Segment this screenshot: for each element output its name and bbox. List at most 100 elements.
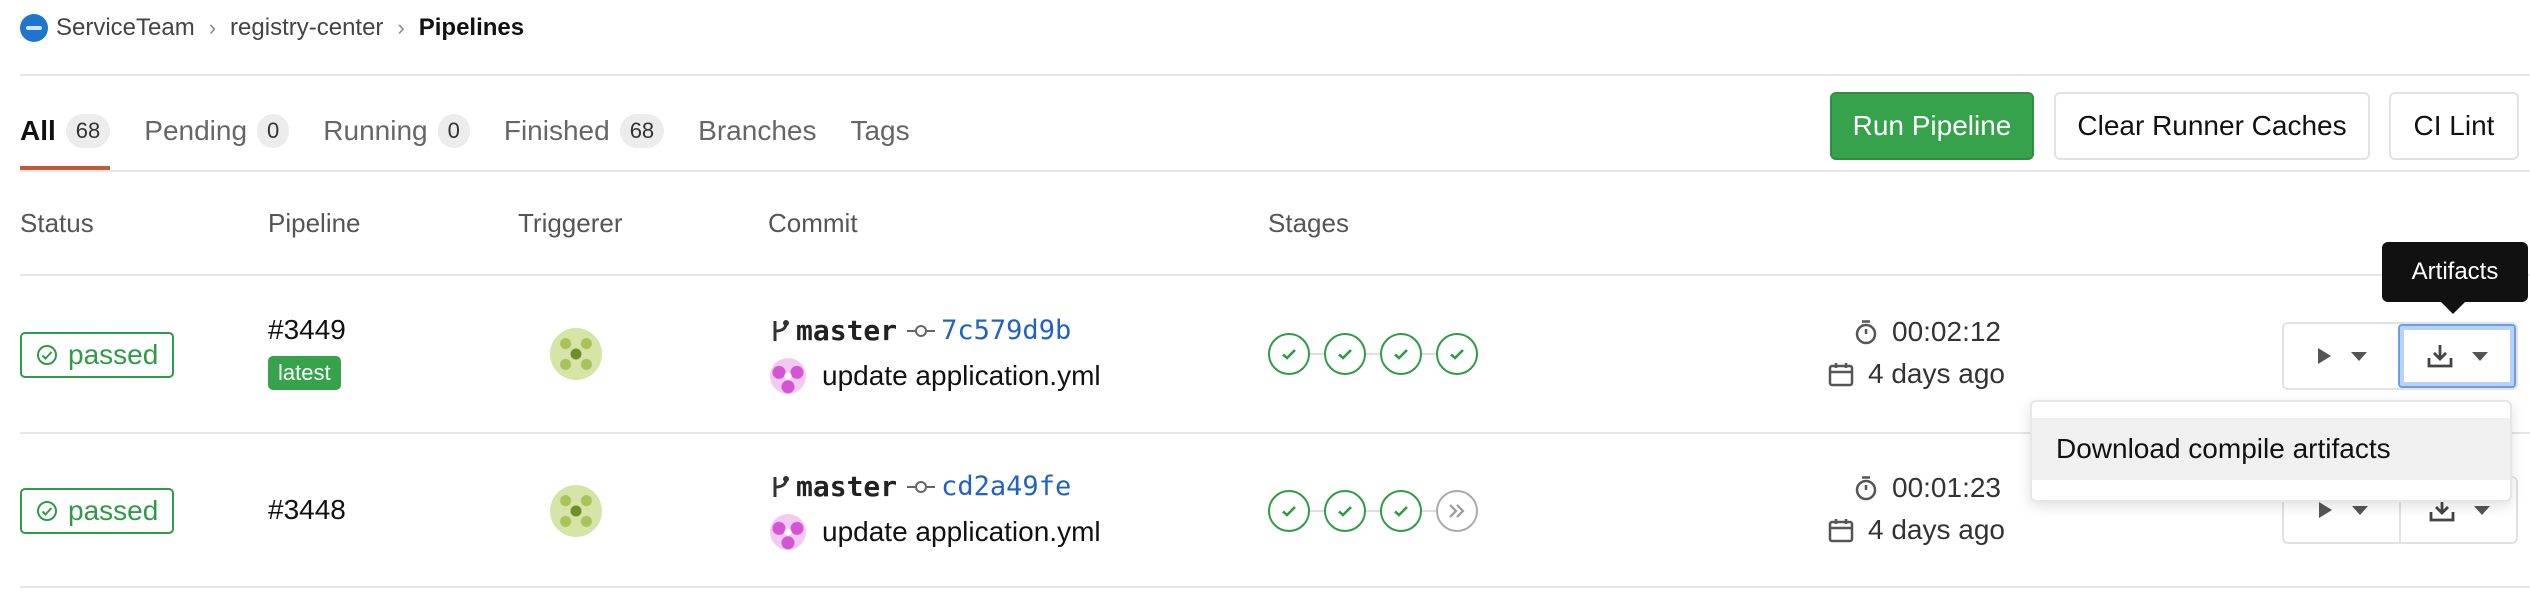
tabs-divider [20, 170, 2530, 172]
status-text: passed [68, 495, 159, 526]
commit-message-line: update application.yml [770, 358, 1101, 394]
check-icon [1394, 506, 1408, 517]
ci-lint-button[interactable]: CI Lint [2389, 92, 2519, 160]
run-pipeline-button[interactable]: Run Pipeline [1830, 92, 2034, 160]
commit-icon [907, 324, 936, 337]
breadcrumb-project[interactable]: registry-center [230, 14, 383, 42]
download-artifacts-item[interactable]: Download compile artifacts [2032, 418, 2510, 480]
skipped-icon [1449, 504, 1465, 518]
tab-count-badge: 0 [257, 114, 290, 148]
finished-text: 4 days ago [1868, 514, 2005, 545]
check-icon [1450, 349, 1464, 360]
stage-connector [1366, 353, 1380, 355]
tab-label: Running [323, 115, 428, 146]
tab-label: Tags [850, 115, 910, 146]
header-divider [20, 74, 2530, 76]
duration-text: 00:02:12 [1892, 316, 2001, 347]
stage-status-button[interactable] [1268, 333, 1310, 375]
chevron-down-icon [2351, 505, 2368, 515]
tab-running[interactable]: Running 0 [323, 92, 470, 170]
status-badge[interactable]: passed [20, 332, 175, 378]
row-divider [20, 586, 2530, 588]
commit-icon [907, 480, 936, 493]
finished-at: 4 days ago [1828, 514, 2005, 546]
stages-graph [1268, 333, 1478, 375]
breadcrumb-current[interactable]: Pipelines [419, 14, 524, 42]
tab-finished[interactable]: Finished 68 [503, 92, 665, 170]
commit-sha-link[interactable]: cd2a49fe [941, 471, 1071, 502]
calendar-icon [1828, 519, 1854, 543]
column-header-commit: Commit [768, 208, 858, 238]
stage-status-button[interactable] [1380, 333, 1422, 375]
artifacts-dropdown-button[interactable] [2398, 324, 2516, 388]
check-icon [1394, 349, 1408, 360]
breadcrumb-separator-icon: › [397, 15, 405, 40]
group-avatar[interactable] [20, 14, 48, 42]
duration-text: 00:01:23 [1892, 472, 2001, 503]
tab-count-badge: 68 [65, 114, 111, 148]
artifacts-dropdown-menu: Download compile artifacts [2030, 400, 2512, 502]
stage-status-button[interactable] [1436, 333, 1478, 375]
pipeline-id-link[interactable]: #3449 [268, 314, 346, 346]
finished-at: 4 days ago [1828, 358, 2005, 390]
tab-pending[interactable]: Pending 0 [144, 92, 290, 170]
check-icon [1282, 349, 1296, 360]
duration: 00:02:12 [1854, 316, 2001, 348]
tab-label: Branches [698, 115, 817, 146]
breadcrumb-separator-icon: › [208, 15, 217, 40]
play-icon [2318, 502, 2332, 518]
column-header-triggerer: Triggerer [518, 208, 623, 238]
status-badge[interactable]: passed [20, 488, 175, 534]
tab-label: Pending [144, 115, 248, 146]
pipeline-actions [2282, 322, 2518, 390]
column-header-pipeline: Pipeline [268, 208, 361, 238]
play-icon [2318, 348, 2331, 364]
tab-tags[interactable]: Tags [850, 92, 909, 170]
stage-status-button[interactable] [1380, 490, 1422, 532]
latest-badge: latest [268, 356, 341, 390]
column-header-stages: Stages [1268, 208, 1349, 238]
branch-link[interactable]: master [796, 314, 897, 347]
clear-runner-caches-button[interactable]: Clear Runner Caches [2054, 92, 2370, 160]
triggerer-avatar[interactable] [550, 328, 602, 380]
stopwatch-icon [1855, 476, 1877, 501]
calendar-icon [1828, 363, 1854, 387]
stages-graph [1268, 490, 1478, 532]
author-avatar[interactable] [770, 358, 806, 394]
commit-message-link[interactable]: update application.yml [822, 516, 1101, 548]
commit-message-link[interactable]: update application.yml [822, 360, 1101, 392]
stage-connector [1366, 510, 1380, 512]
author-avatar[interactable] [770, 514, 806, 550]
tab-label: Finished [503, 115, 610, 146]
commit-sha-link[interactable]: 7c579d9b [941, 315, 1071, 346]
breadcrumb: ServiceTeam › registry-center › Pipeline… [20, 10, 524, 46]
branch-icon [773, 319, 789, 341]
check-circle-icon [37, 345, 57, 365]
stage-connector [1422, 353, 1436, 355]
stopwatch-icon [1855, 320, 1877, 345]
commit-message-line: update application.yml [770, 514, 1101, 550]
tooltip-arrow [2441, 302, 2465, 314]
breadcrumb-group[interactable]: ServiceTeam [56, 14, 195, 42]
branch-link[interactable]: master [796, 470, 897, 503]
finished-text: 4 days ago [1868, 358, 2005, 389]
download-icon [2427, 345, 2453, 368]
triggerer-avatar[interactable] [550, 485, 602, 537]
commit-ref: master 7c579d9b [770, 314, 1071, 347]
pipeline-id-link[interactable]: #3448 [268, 494, 346, 526]
stage-status-button[interactable] [1324, 490, 1366, 532]
column-header-status: Status [20, 208, 94, 238]
manual-jobs-dropdown-button[interactable] [2284, 324, 2398, 388]
tab-branches[interactable]: Branches [698, 92, 816, 170]
status-text: passed [68, 339, 159, 370]
commit-ref: master cd2a49fe [770, 470, 1071, 503]
stage-connector [1310, 353, 1324, 355]
chevron-down-icon [2351, 351, 2367, 361]
stage-status-button[interactable] [1324, 333, 1366, 375]
stage-status-button[interactable] [1436, 490, 1478, 532]
tab-count-badge: 68 [619, 114, 665, 148]
stage-status-button[interactable] [1268, 490, 1310, 532]
check-icon [1338, 349, 1352, 360]
tab-all[interactable]: All 68 [20, 92, 111, 170]
tab-label: All [20, 115, 56, 146]
